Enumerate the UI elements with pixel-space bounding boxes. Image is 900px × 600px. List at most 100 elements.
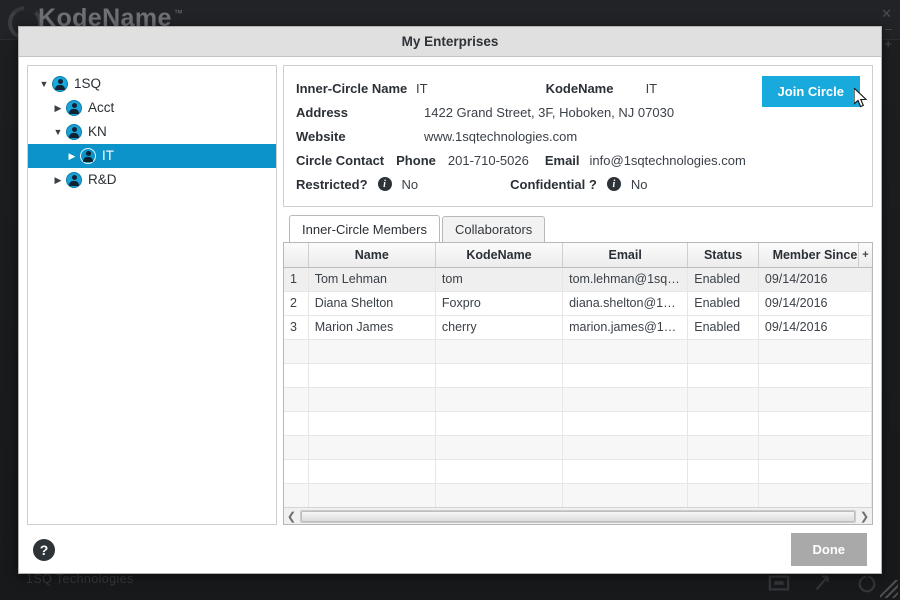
table-row[interactable]: 1 Tom Lehman tom tom.lehman@1sqte... Ena…: [284, 267, 872, 292]
scroll-left-icon[interactable]: ❮: [284, 510, 299, 523]
scroll-right-icon[interactable]: ❯: [857, 510, 872, 523]
chevron-right-icon[interactable]: ▶: [50, 103, 66, 113]
window-resize-grip[interactable]: [880, 580, 898, 598]
window-controls[interactable]: ✕ – +: [881, 6, 892, 51]
group-icon: [66, 172, 82, 188]
inner-circle-name-value: IT: [416, 80, 428, 96]
cell-empty: [435, 387, 564, 412]
inner-circle-name-label: Inner-Circle Name: [296, 80, 408, 96]
row-circle-contact: Circle Contact Phone 201-710-5026 Email …: [296, 148, 860, 172]
website-value[interactable]: www.1sqtechnologies.com: [424, 129, 577, 144]
members-tabs-section: Inner-Circle Members Collaborators + Nam…: [283, 215, 873, 525]
chevron-down-icon[interactable]: ▼: [50, 127, 66, 137]
cell-email: marion.james@1sq...: [562, 315, 689, 340]
tree-item-label: KN: [88, 124, 107, 140]
cell-empty: [284, 387, 309, 412]
cell-empty: [435, 459, 564, 484]
cell-name: Diana Shelton: [308, 291, 436, 316]
address-value: 1422 Grand Street, 3F, Hoboken, NJ 07030: [424, 104, 675, 120]
row-flags: Restricted? i No Confidential ? i No: [296, 172, 860, 196]
col-header-email[interactable]: Email: [562, 243, 689, 268]
dialog-footer: ? Done: [19, 525, 881, 573]
col-header-name[interactable]: Name: [308, 243, 436, 268]
cell-empty: [308, 363, 436, 388]
members-table-body: 1 Tom Lehman tom tom.lehman@1sqte... Ena…: [284, 267, 872, 507]
done-button[interactable]: Done: [790, 533, 867, 566]
col-header-status[interactable]: Status: [687, 243, 759, 268]
minimize-icon[interactable]: –: [881, 21, 892, 36]
col-header-kodename[interactable]: KodeName: [435, 243, 564, 268]
cell-empty: [435, 435, 564, 460]
content-panel: Inner-Circle Name IT KodeName IT Address…: [283, 65, 873, 525]
chevron-right-icon[interactable]: ▶: [64, 151, 80, 161]
cell-member-since: 09/14/2016: [758, 267, 872, 292]
scrollbar-thumb[interactable]: [301, 510, 855, 522]
enterprise-tree-panel[interactable]: ▼ 1SQ ▶ Acct ▼ KN ▶ IT ▶ R&D: [27, 65, 277, 525]
table-row[interactable]: [284, 435, 872, 460]
confidential-value: No: [630, 176, 648, 192]
kodename-label: KodeName: [545, 80, 614, 96]
cell-empty: [758, 483, 872, 507]
group-icon: [66, 100, 82, 116]
table-row[interactable]: [284, 459, 872, 484]
cell-empty: [308, 339, 436, 364]
maximize-icon[interactable]: +: [881, 36, 892, 51]
phone-label: Phone: [396, 152, 436, 168]
dialog-title: My Enterprises: [401, 34, 499, 49]
table-row[interactable]: [284, 339, 872, 364]
circle-contact-label: Circle Contact: [296, 152, 385, 168]
cell-empty: [562, 435, 689, 460]
info-icon[interactable]: i: [377, 177, 392, 191]
tab-inner-circle-members[interactable]: Inner-Circle Members: [289, 215, 440, 242]
cell-status: Enabled: [687, 315, 759, 340]
chevron-right-icon[interactable]: ▶: [50, 175, 66, 185]
tree-item-label: IT: [102, 148, 114, 164]
cell-email: diana.shelton@1sqt...: [562, 291, 689, 316]
email-label: Email: [544, 152, 580, 168]
chevron-down-icon[interactable]: ▼: [36, 79, 52, 89]
horizontal-scrollbar[interactable]: ❮ ❯: [284, 507, 872, 524]
group-icon: [80, 148, 96, 164]
table-row[interactable]: [284, 411, 872, 436]
scrollbar-track[interactable]: [300, 509, 856, 523]
col-header-index[interactable]: [284, 243, 309, 268]
cell-index: 1: [284, 267, 309, 292]
link-icon[interactable]: [812, 572, 834, 594]
cell-empty: [687, 483, 759, 507]
cell-empty: [435, 483, 564, 507]
column-chooser-icon[interactable]: +: [858, 243, 872, 267]
my-enterprises-dialog: My Enterprises ▼ 1SQ ▶ Acct ▼ KN ▶ IT ▶ …: [18, 26, 882, 574]
website-label: Website: [296, 128, 346, 144]
table-row[interactable]: 2 Diana Shelton Foxpro diana.shelton@1sq…: [284, 291, 872, 316]
tree-item-rnd[interactable]: ▶ R&D: [28, 168, 276, 192]
power-icon[interactable]: [856, 572, 878, 594]
cell-empty: [284, 483, 309, 507]
tree-item-it[interactable]: ▶ IT: [28, 144, 276, 168]
tree-item-1sq[interactable]: ▼ 1SQ: [28, 72, 276, 96]
cell-empty: [758, 435, 872, 460]
join-circle-button[interactable]: Join Circle: [761, 76, 860, 107]
cell-empty: [308, 411, 436, 436]
row-website: Website www.1sqtechnologies.com: [296, 124, 860, 148]
cell-kodename: Foxpro: [435, 291, 564, 316]
tab-collaborators[interactable]: Collaborators: [441, 216, 546, 242]
cell-name: Marion James: [308, 315, 436, 340]
table-row[interactable]: [284, 483, 872, 507]
restricted-label: Restricted?: [296, 176, 368, 192]
cell-empty: [435, 339, 564, 364]
tree-item-acct[interactable]: ▶ Acct: [28, 96, 276, 120]
cell-empty: [284, 459, 309, 484]
members-table: Name KodeName Email Status Member Since …: [284, 243, 872, 507]
help-button[interactable]: ?: [33, 538, 55, 561]
table-row[interactable]: [284, 387, 872, 412]
close-icon[interactable]: ✕: [881, 6, 892, 21]
table-header-row: Name KodeName Email Status Member Since: [284, 243, 872, 268]
info-icon[interactable]: i: [606, 177, 621, 191]
table-row[interactable]: [284, 363, 872, 388]
col-header-member-since[interactable]: Member Since: [758, 243, 872, 268]
members-table-head: Name KodeName Email Status Member Since: [284, 243, 872, 268]
tree-item-kn[interactable]: ▼ KN: [28, 120, 276, 144]
note-icon[interactable]: [768, 572, 790, 594]
table-row[interactable]: 3 Marion James cherry marion.james@1sq..…: [284, 315, 872, 340]
cell-empty: [562, 411, 689, 436]
